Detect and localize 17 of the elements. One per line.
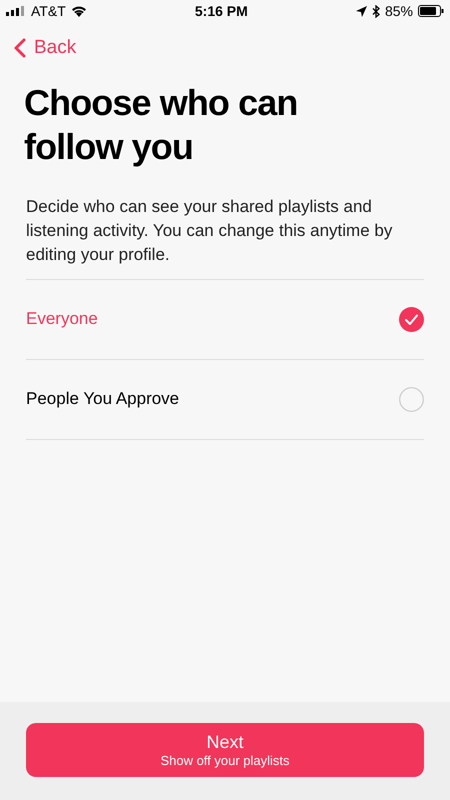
checkmark-icon: [399, 306, 424, 332]
location-icon: [356, 6, 367, 16]
battery-percent: 85%: [384, 2, 413, 20]
description-text: Decide who can see your shared playlists and listening activity. You can change this anytime by editing your profile.: [26, 196, 394, 266]
carrier-name: AT&T: [31, 2, 66, 20]
signal-icon: [6, 6, 26, 16]
back-button[interactable]: Back: [14, 34, 76, 62]
status-time: 5:16 PM: [194, 2, 248, 20]
option-row[interactable]: People You Approve: [26, 360, 424, 440]
wifi-icon: [70, 5, 87, 17]
option-row[interactable]: Everyone: [26, 280, 424, 360]
empty-circle-icon: [399, 386, 424, 412]
page-title: Choose who can follow you: [24, 80, 298, 168]
battery-icon: [418, 5, 444, 17]
next-button[interactable]: Next Show off your playlists: [26, 723, 424, 777]
chevron-left-icon: [14, 38, 26, 58]
bluetooth-icon: [372, 4, 380, 18]
